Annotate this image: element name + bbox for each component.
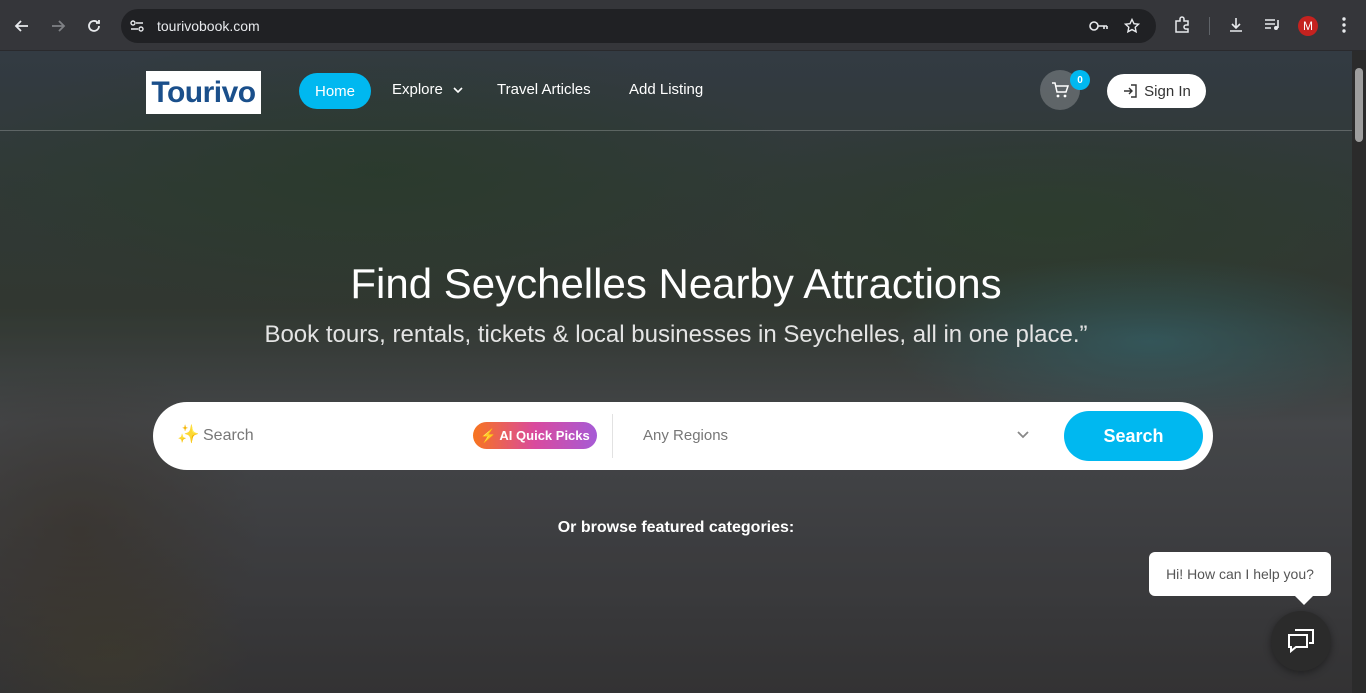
lightning-icon: ⚡ bbox=[480, 427, 497, 443]
sign-in-icon bbox=[1124, 84, 1137, 98]
site-info-icon[interactable] bbox=[129, 18, 145, 34]
ai-quick-picks-label: AI Quick Picks bbox=[499, 428, 590, 443]
browser-toolbar: tourivobook.com M bbox=[0, 0, 1366, 51]
nav-add-listing[interactable]: Add Listing bbox=[629, 81, 703, 98]
logo-text: Tourivo bbox=[151, 75, 256, 109]
hero-section: Tourivo Home Explore Travel Articles Add… bbox=[0, 51, 1352, 693]
chevron-down-icon[interactable] bbox=[1015, 426, 1031, 442]
menu-kebab-icon[interactable] bbox=[1333, 14, 1355, 36]
address-bar[interactable]: tourivobook.com bbox=[121, 9, 1156, 43]
search-divider bbox=[612, 414, 613, 458]
region-select[interactable]: Any Regions bbox=[643, 427, 728, 444]
chat-greeting-bubble[interactable]: Hi! How can I help you? bbox=[1149, 552, 1331, 605]
site-logo[interactable]: Tourivo bbox=[146, 71, 261, 114]
search-button[interactable]: Search bbox=[1064, 411, 1203, 461]
nav-explore-label: Explore bbox=[392, 81, 443, 98]
browse-categories-text: Or browse featured categories: bbox=[557, 519, 795, 536]
cart-count-badge: 0 bbox=[1070, 70, 1090, 90]
page-scrollbar[interactable] bbox=[1352, 51, 1366, 693]
extensions-icon[interactable] bbox=[1171, 14, 1193, 36]
chevron-down-icon bbox=[453, 86, 463, 93]
back-icon[interactable] bbox=[9, 13, 35, 39]
download-icon[interactable] bbox=[1225, 14, 1247, 36]
password-key-icon[interactable] bbox=[1089, 16, 1109, 36]
nav-explore[interactable]: Explore bbox=[392, 81, 463, 98]
sign-in-button[interactable]: Sign In bbox=[1107, 74, 1206, 108]
bookmark-star-icon[interactable] bbox=[1122, 16, 1142, 36]
sign-in-label: Sign In bbox=[1144, 82, 1191, 100]
hero-background-overlay bbox=[0, 51, 1352, 693]
cart-icon bbox=[1052, 82, 1069, 98]
reload-icon[interactable] bbox=[81, 13, 107, 39]
url-text[interactable]: tourivobook.com bbox=[157, 18, 260, 34]
hero-subtitle: Book tours, rentals, tickets & local bus… bbox=[264, 321, 1088, 348]
ai-quick-picks-button[interactable]: ⚡ AI Quick Picks bbox=[473, 422, 597, 449]
search-input[interactable] bbox=[203, 422, 463, 450]
toolbar-separator bbox=[1209, 17, 1210, 35]
media-control-icon[interactable] bbox=[1261, 14, 1283, 36]
hero-title: Find Seychelles Nearby Attractions bbox=[350, 260, 1002, 307]
sparkle-icon: ✨ bbox=[177, 424, 200, 444]
nav-home[interactable]: Home bbox=[299, 73, 371, 109]
nav-travel-articles[interactable]: Travel Articles bbox=[497, 81, 591, 98]
chat-launcher-button[interactable] bbox=[1271, 611, 1331, 671]
profile-avatar[interactable]: M bbox=[1298, 16, 1318, 36]
forward-icon[interactable] bbox=[45, 13, 71, 39]
scrollbar-thumb[interactable] bbox=[1355, 68, 1363, 142]
chat-icon bbox=[1288, 629, 1314, 654]
header-divider bbox=[0, 130, 1352, 131]
search-bar: ✨ ⚡ AI Quick Picks Any Regions Search bbox=[153, 402, 1213, 470]
